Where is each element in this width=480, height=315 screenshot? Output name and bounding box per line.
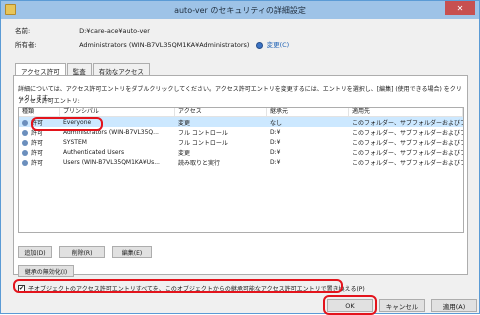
permission-entries-list[interactable]: 種類 プリンシパル アクセス 継承元 適用先 許可 Everyone 変更 なし…	[18, 107, 464, 233]
cancel-button[interactable]: キャンセル	[379, 299, 425, 312]
principal-cell: Authenticated Users	[63, 148, 125, 156]
replace-child-permissions-label[interactable]: 子オブジェクトのアクセス許可エントリすべてを、このオブジェクトからの継承可能なア…	[28, 284, 365, 293]
name-row: 名前: D:¥care-ace¥auto-ver	[15, 25, 150, 35]
table-row[interactable]: 許可 Users (WIN-B7VL35QM1KA¥Us... 読み取りと実行 …	[19, 157, 463, 167]
description-text: 詳細については、アクセス許可エントリをダブルクリックしてください。アクセス許可エ…	[18, 86, 462, 102]
table-row[interactable]: 許可 SYSTEM フル コントロール D:¥ このフォルダー、サブフォルダーお…	[19, 137, 463, 147]
shield-icon	[255, 41, 263, 49]
user-icon	[22, 120, 28, 126]
entries-label: アクセス許可エントリ:	[18, 98, 80, 105]
column-applies-to[interactable]: 適用先	[349, 108, 463, 116]
permissions-panel: 詳細については、アクセス許可エントリをダブルクリックしてください。アクセス許可エ…	[13, 75, 468, 293]
access-cell: 変更	[178, 149, 191, 157]
close-button[interactable]: ✕	[445, 1, 475, 15]
disable-inheritance-button[interactable]: 継承の無効化(I)	[18, 265, 74, 277]
inherit-cell: D:¥	[270, 128, 281, 136]
principal-cell: SYSTEM	[63, 138, 87, 146]
title-bar: auto-ver のセキュリティの詳細設定 ✕	[1, 1, 479, 19]
remove-button[interactable]: 削除(R)	[59, 246, 105, 258]
access-cell: 読み取りと実行	[178, 159, 221, 167]
applies-cell: このフォルダー、サブフォルダーおよびファイル	[352, 119, 463, 127]
column-principal[interactable]: プリンシパル	[60, 108, 175, 116]
owner-value: Administrators (WIN-B7VL35QM1KA¥Administ…	[79, 41, 250, 49]
type-cell: 許可	[31, 139, 44, 147]
column-access[interactable]: アクセス	[175, 108, 267, 116]
applies-cell: このフォルダー、サブフォルダーおよびファイル	[352, 149, 463, 157]
table-row[interactable]: 許可 Authenticated Users 変更 D:¥ このフォルダー、サブ…	[19, 147, 463, 157]
principal-cell: Administrators (WIN-B7VL35Q...	[63, 128, 159, 136]
access-cell: フル コントロール	[178, 129, 228, 137]
apply-button[interactable]: 適用(A)	[431, 299, 477, 312]
column-type[interactable]: 種類	[19, 108, 60, 116]
edit-button[interactable]: 編集(E)	[112, 246, 152, 258]
folder-icon	[5, 4, 16, 15]
security-dialog: auto-ver のセキュリティの詳細設定 ✕ 名前: D:¥care-ace¥…	[0, 0, 480, 315]
principal-cell: Users (WIN-B7VL35QM1KA¥Us...	[63, 158, 160, 166]
inherit-cell: D:¥	[270, 148, 281, 156]
owner-label: 所有者:	[15, 41, 37, 49]
tab-strip: アクセス許可 監査 有効なアクセス	[15, 63, 151, 76]
name-value: D:¥care-ace¥auto-ver	[79, 27, 150, 35]
add-button[interactable]: 追加(D)	[18, 246, 52, 258]
user-icon	[22, 150, 28, 156]
applies-cell: このフォルダー、サブフォルダーおよびファイル	[352, 139, 463, 147]
inherit-cell: なし	[270, 119, 283, 127]
change-owner-link[interactable]: 変更(C)	[267, 41, 290, 49]
principal-cell: Everyone	[63, 118, 92, 126]
user-icon	[22, 140, 28, 146]
inherit-cell: D:¥	[270, 138, 281, 146]
tab-auditing[interactable]: 監査	[66, 63, 92, 76]
window-title: auto-ver のセキュリティの詳細設定	[174, 5, 306, 15]
name-label: 名前:	[15, 27, 31, 35]
user-icon	[22, 130, 28, 136]
type-cell: 許可	[31, 129, 44, 137]
applies-cell: このフォルダー、サブフォルダーおよびファイル	[352, 159, 463, 167]
column-inherited-from[interactable]: 継承元	[267, 108, 349, 116]
tab-effective-access[interactable]: 有効なアクセス	[92, 63, 150, 76]
applies-cell: このフォルダー、サブフォルダーおよびファイル	[352, 129, 463, 137]
type-cell: 許可	[31, 119, 44, 127]
owner-row: 所有者: Administrators (WIN-B7VL35QM1KA¥Adm…	[15, 39, 289, 49]
list-header: 種類 プリンシパル アクセス 継承元 適用先	[19, 108, 463, 117]
table-row[interactable]: 許可 Administrators (WIN-B7VL35Q... フル コント…	[19, 127, 463, 137]
type-cell: 許可	[31, 149, 44, 157]
access-cell: フル コントロール	[178, 139, 228, 147]
replace-child-permissions-row: ✔ 子オブジェクトのアクセス許可エントリすべてを、このオブジェクトからの継承可能…	[18, 284, 365, 293]
inherit-cell: D:¥	[270, 158, 281, 166]
access-cell: 変更	[178, 119, 191, 127]
table-row[interactable]: 許可 Everyone 変更 なし このフォルダー、サブフォルダーおよびファイル	[19, 117, 463, 127]
type-cell: 許可	[31, 159, 44, 167]
ok-button[interactable]: OK	[327, 299, 373, 312]
user-icon	[22, 160, 28, 166]
replace-child-permissions-checkbox[interactable]: ✔	[18, 285, 25, 292]
